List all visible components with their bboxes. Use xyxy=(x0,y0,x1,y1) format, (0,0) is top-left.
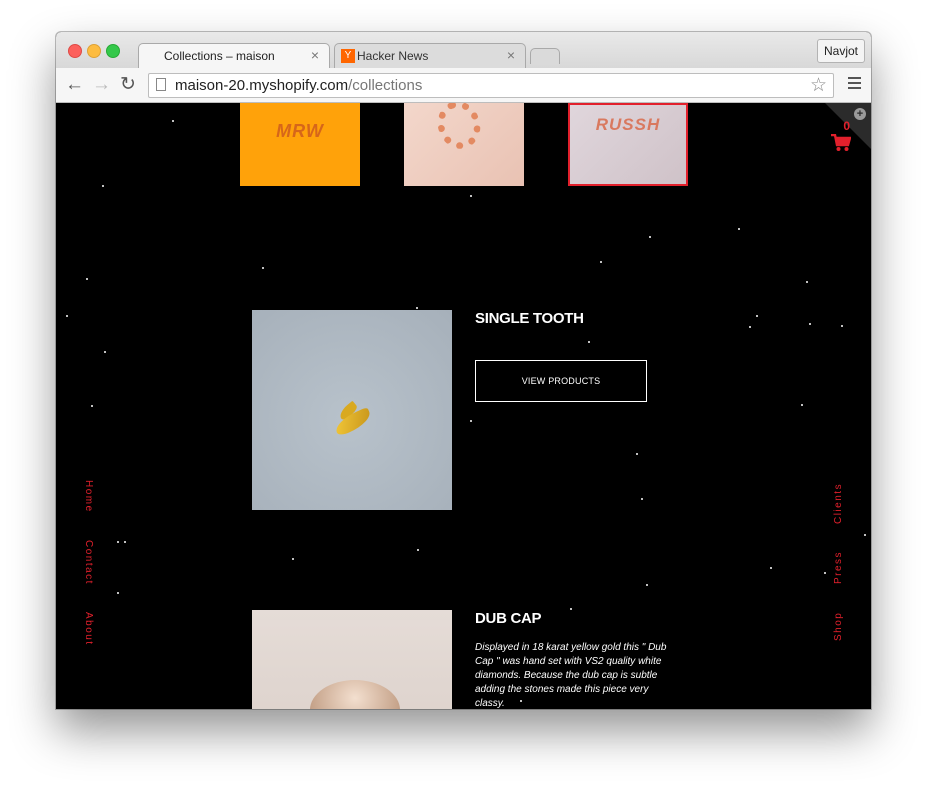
star-dot xyxy=(756,315,758,317)
tab-hacker-news[interactable]: Y Hacker News × xyxy=(334,43,526,68)
chain-ring-image xyxy=(431,103,487,155)
product-description: Displayed in 18 karat yellow gold this "… xyxy=(475,642,667,709)
close-window-button[interactable] xyxy=(68,44,82,58)
collection-thumbnail[interactable] xyxy=(404,103,524,186)
view-products-button[interactable]: VIEW PRODUCTS xyxy=(475,360,647,402)
forward-arrow-icon[interactable]: → xyxy=(92,74,111,96)
tab-strip: Collections – maison × Y Hacker News × N… xyxy=(56,32,871,68)
reload-icon[interactable]: ↻ xyxy=(120,74,136,96)
thumbnail-logo-text: RUSSH xyxy=(595,115,661,134)
star-dot xyxy=(117,541,119,543)
star-dot xyxy=(470,420,472,422)
star-dot xyxy=(649,236,651,238)
star-dot xyxy=(416,307,418,309)
star-dot xyxy=(864,534,866,536)
dub-cap-image[interactable] xyxy=(252,610,452,709)
star-dot xyxy=(86,278,88,280)
star-dot xyxy=(117,592,119,594)
star-dot xyxy=(770,567,772,569)
browser-window: Collections – maison × Y Hacker News × N… xyxy=(56,32,871,709)
star-dot xyxy=(646,584,648,586)
star-dot xyxy=(749,326,751,328)
star-dot xyxy=(806,281,808,283)
url-host: maison-20.myshopify.com xyxy=(175,77,349,94)
nav-home-link[interactable]: Home xyxy=(83,480,94,513)
profile-button[interactable]: Navjot xyxy=(816,39,865,63)
star-dot xyxy=(417,549,419,551)
tab-title: Hacker News xyxy=(357,49,429,63)
single-tooth-image[interactable] xyxy=(252,310,452,510)
star-dot xyxy=(824,572,826,574)
cart-icon[interactable] xyxy=(831,134,851,152)
star-dot xyxy=(66,315,68,317)
star-dot xyxy=(641,498,643,500)
plus-icon[interactable]: + xyxy=(854,108,866,120)
star-dot xyxy=(600,261,602,263)
product-title[interactable]: SINGLE TOOTH xyxy=(475,310,584,327)
page-viewport: MRW RUSSH + 0 SINGLE TOOTH VIEW PRODUCTS… xyxy=(56,103,871,709)
maximize-window-button[interactable] xyxy=(106,44,120,58)
url-text[interactable]: maison-20.myshopify.com/collections xyxy=(175,77,422,94)
dub-cap-shape xyxy=(310,680,400,709)
hacker-news-favicon-icon: Y xyxy=(341,49,355,63)
star-dot xyxy=(841,325,843,327)
star-dot xyxy=(292,558,294,560)
star-dot xyxy=(262,267,264,269)
cart-count: 0 xyxy=(843,119,850,133)
star-dot xyxy=(124,541,126,543)
nav-clients-link[interactable]: Clients xyxy=(833,483,844,524)
toolbar: ← → ↻ maison-20.myshopify.com/collection… xyxy=(56,68,871,103)
menu-icon[interactable] xyxy=(848,77,861,92)
tab-title: Collections – maison xyxy=(164,49,275,63)
collection-thumbnail[interactable]: MRW xyxy=(240,103,360,186)
page-icon xyxy=(156,78,166,91)
star-dot xyxy=(588,341,590,343)
minimize-window-button[interactable] xyxy=(87,44,101,58)
star-dot xyxy=(738,228,740,230)
star-dot xyxy=(636,453,638,455)
star-dot xyxy=(104,351,106,353)
url-path: /collections xyxy=(348,77,423,94)
nav-contact-link[interactable]: Contact xyxy=(83,540,94,585)
address-bar[interactable]: maison-20.myshopify.com/collections ☆ xyxy=(148,73,834,98)
star-dot xyxy=(102,185,104,187)
star-dot xyxy=(801,404,803,406)
nav-shop-link[interactable]: Shop xyxy=(833,612,844,641)
star-dot xyxy=(470,195,472,197)
thumbnail-logo-text: MRW xyxy=(276,121,324,141)
back-arrow-icon[interactable]: ← xyxy=(65,74,84,96)
tab-collections[interactable]: Collections – maison × xyxy=(138,43,330,68)
star-dot xyxy=(172,120,174,122)
close-tab-icon[interactable]: × xyxy=(507,47,515,63)
nav-about-link[interactable]: About xyxy=(83,612,94,646)
star-dot xyxy=(570,608,572,610)
bookmark-star-icon[interactable]: ☆ xyxy=(810,74,827,97)
close-tab-icon[interactable]: × xyxy=(311,47,319,63)
product-title[interactable]: DUB CAP xyxy=(475,610,542,627)
collection-thumbnail-selected[interactable]: RUSSH xyxy=(568,103,688,186)
nav-press-link[interactable]: Press xyxy=(833,551,844,584)
star-dot xyxy=(809,323,811,325)
star-dot xyxy=(91,405,93,407)
new-tab-button[interactable] xyxy=(530,48,560,64)
